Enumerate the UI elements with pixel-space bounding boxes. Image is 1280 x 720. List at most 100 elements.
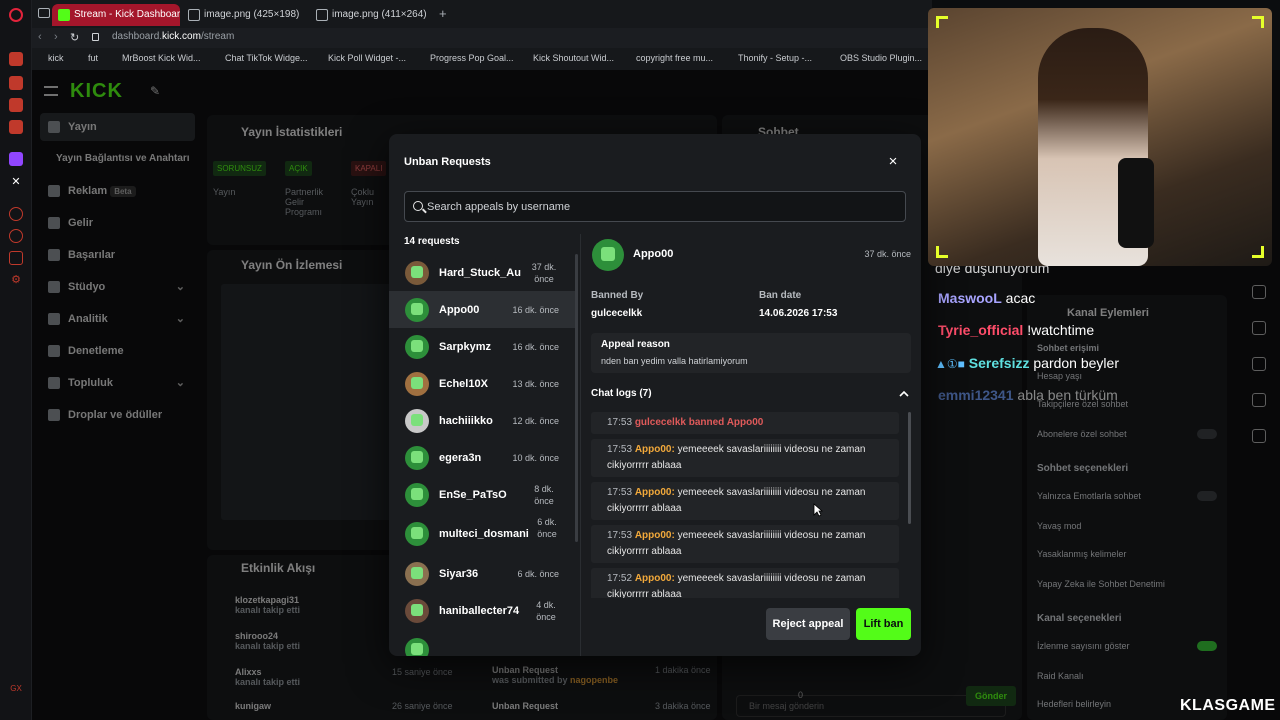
list-item[interactable]: Appo00 16 dk. önce <box>389 291 575 328</box>
list-item[interactable]: Sarpkymz 16 dk. önce <box>389 328 575 365</box>
sidebar-item-studyo[interactable]: Stüdyo ⌄ <box>40 273 195 301</box>
url-input[interactable]: dashboard.kick.com/stream <box>112 31 234 42</box>
list-item[interactable]: egera3n 10 dk. önce <box>389 439 575 476</box>
bookmark-kick-shoutout[interactable]: Kick Shoutout Wid... <box>533 53 614 63</box>
log-time: 17:53 <box>607 444 633 455</box>
extensions-icon[interactable] <box>9 251 23 265</box>
bookmark-thonify[interactable]: Thonify - Setup -... <box>738 53 812 63</box>
bookmark-chat-tiktok[interactable]: Chat TikTok Widge... <box>225 53 308 63</box>
list-item[interactable]: Echel10X 13 dk. önce <box>389 365 575 402</box>
sidebar-item-stream-key[interactable]: Yayın Bağlantısı ve Anahtarı <box>40 145 195 173</box>
setting-slow-mode[interactable]: Yavaş mod <box>1037 521 1081 531</box>
address-bar: ‹ › ↻ dashboard.kick.com/stream <box>32 28 932 48</box>
list-item[interactable]: multeci_dosmani 6 dk. önce <box>389 513 575 555</box>
x-icon[interactable]: ✕ <box>9 175 23 189</box>
logs-scrollbar[interactable] <box>908 412 911 524</box>
bookmark-kick-poll[interactable]: Kick Poll Widget -... <box>328 53 406 63</box>
bookmark-fut[interactable]: fut <box>88 53 98 63</box>
back-icon[interactable]: ‹ <box>38 31 42 43</box>
sidebar-item-analitik[interactable]: Analitik ⌄ <box>40 305 195 333</box>
rail-icon[interactable] <box>1252 393 1266 407</box>
log-time: 17:53 <box>607 417 633 428</box>
rail-icon[interactable] <box>1252 321 1266 335</box>
reject-appeal-button[interactable]: Reject appeal <box>766 608 850 640</box>
tab-image-2[interactable]: image.png (411×264) <box>310 4 435 26</box>
list-item[interactable] <box>389 632 575 656</box>
url-host: dashboard. <box>112 31 163 42</box>
unban-feed-user: nagopenbe <box>570 675 619 685</box>
bookmark-progress-pop[interactable]: Progress Pop Goal... <box>430 53 514 63</box>
sidebar-item-yayin[interactable]: Yayın <box>40 113 195 141</box>
avatar <box>405 335 429 359</box>
sidebar-item-reklam[interactable]: Reklam Beta <box>40 177 195 205</box>
sidebar-item-topluluk[interactable]: Topluluk ⌄ <box>40 369 195 397</box>
tab-stream-dashboard[interactable]: Stream - Kick Dashboard <box>52 4 180 26</box>
list-item[interactable]: Siyar36 6 dk. önce <box>389 555 575 592</box>
rail-icon[interactable] <box>1252 357 1266 371</box>
setting-goals[interactable]: Hedefleri belirleyin <box>1037 699 1111 709</box>
show-viewers-toggle[interactable] <box>1197 641 1217 651</box>
twitch-icon[interactable] <box>9 152 23 166</box>
history-icon[interactable] <box>9 229 23 243</box>
hamburger-icon[interactable] <box>44 86 58 96</box>
kick-logo[interactable]: KICK <box>70 80 123 103</box>
list-scrollbar[interactable] <box>575 254 578 542</box>
setting-raid-channel[interactable]: Raid Kanalı <box>1037 671 1084 681</box>
appeal-reason-box: Appeal reason nden ban yedim valla hatir… <box>591 333 911 373</box>
sidebar-item-denetleme[interactable]: Denetleme <box>40 337 195 365</box>
settings-icon[interactable]: ⚙ <box>9 273 23 287</box>
list-item[interactable]: Hard_Stuck_Au 37 dk. önce <box>389 254 575 291</box>
lift-ban-button[interactable]: Lift ban <box>856 608 911 640</box>
bookmarks-bar: kick fut MrBoost Kick Wid... Chat TikTok… <box>32 48 932 70</box>
opera-logo-icon[interactable] <box>9 8 23 22</box>
bookmark-copyright[interactable]: copyright free mu... <box>636 53 713 63</box>
list-item[interactable]: haniballecter74 4 dk. önce <box>389 592 575 629</box>
player-icon[interactable] <box>9 207 23 221</box>
subs-only-toggle[interactable] <box>1197 429 1217 439</box>
sidebar-item-droplar[interactable]: Droplar ve ödüller <box>40 401 195 429</box>
tab-label: image.png (411×264) <box>332 9 427 20</box>
request-username: haniballecter74 <box>439 605 520 617</box>
whatsapp-icon[interactable] <box>9 98 23 112</box>
instagram-icon[interactable] <box>9 120 23 134</box>
forward-icon[interactable]: › <box>54 31 58 43</box>
chat-message: pardon beyler <box>1033 355 1119 371</box>
unban-feed-sub: was submitted by <box>492 675 571 685</box>
search-input[interactable] <box>427 192 897 221</box>
bookmark-obs-plugin[interactable]: OBS Studio Plugin... <box>840 53 922 63</box>
appeal-title: Appeal reason <box>601 339 670 350</box>
setting-show-viewers[interactable]: İzlenme sayısını göster <box>1037 641 1130 651</box>
setting-banned-words[interactable]: Yasaklanmış kelimeler <box>1037 549 1126 559</box>
close-button[interactable]: × <box>885 154 901 170</box>
sidebar-item-gelir[interactable]: Gelir <box>40 209 195 237</box>
sidebar-item-basarilar[interactable]: Başarılar <box>40 241 195 269</box>
activity-user: klozetkapagi31 <box>235 595 300 605</box>
new-tab-button[interactable]: + <box>439 6 447 21</box>
bookmark-kick[interactable]: kick <box>48 53 64 63</box>
request-time: 12 dk. önce <box>512 416 559 426</box>
pin-icon[interactable]: ✎ <box>150 84 160 98</box>
bookmark-mrboost[interactable]: MrBoost Kick Wid... <box>122 53 201 63</box>
reload-icon[interactable]: ↻ <box>70 31 79 44</box>
list-item[interactable]: EnSe_PaTsO 8 dk. önce <box>389 476 575 513</box>
messenger-icon[interactable] <box>9 76 23 90</box>
tab-image-1[interactable]: image.png (425×198) <box>182 4 307 26</box>
setting-subs-only[interactable]: Abonelere özel sohbet <box>1037 429 1127 439</box>
sidebar-item-label: Yayın <box>68 121 97 133</box>
chat-user: MaswooL <box>938 290 1002 306</box>
emote-only-toggle[interactable] <box>1197 491 1217 501</box>
aria-icon[interactable] <box>9 52 23 66</box>
chevron-up-icon[interactable] <box>899 389 909 399</box>
gx-icon[interactable]: GX <box>9 682 23 696</box>
setting-ai-moderation[interactable]: Yapay Zeka ile Sohbet Denetimi <box>1037 579 1165 589</box>
activity-item: klozetkapagi31 kanalı takip etti <box>235 595 300 615</box>
rail-icon[interactable] <box>1252 285 1266 299</box>
rail-icon[interactable] <box>1252 429 1266 443</box>
send-button[interactable]: Gönder <box>966 686 1016 706</box>
setting-emote-only[interactable]: Yalnızca Emotlarla sohbet <box>1037 491 1141 501</box>
tab-menu-icon[interactable] <box>38 8 50 18</box>
trophy-icon <box>48 249 60 261</box>
request-time: 8 dk. önce <box>534 484 554 506</box>
list-item[interactable]: hachiiikko 12 dk. önce <box>389 402 575 439</box>
setting-account-age[interactable]: Hesap yaşı <box>1037 371 1082 381</box>
